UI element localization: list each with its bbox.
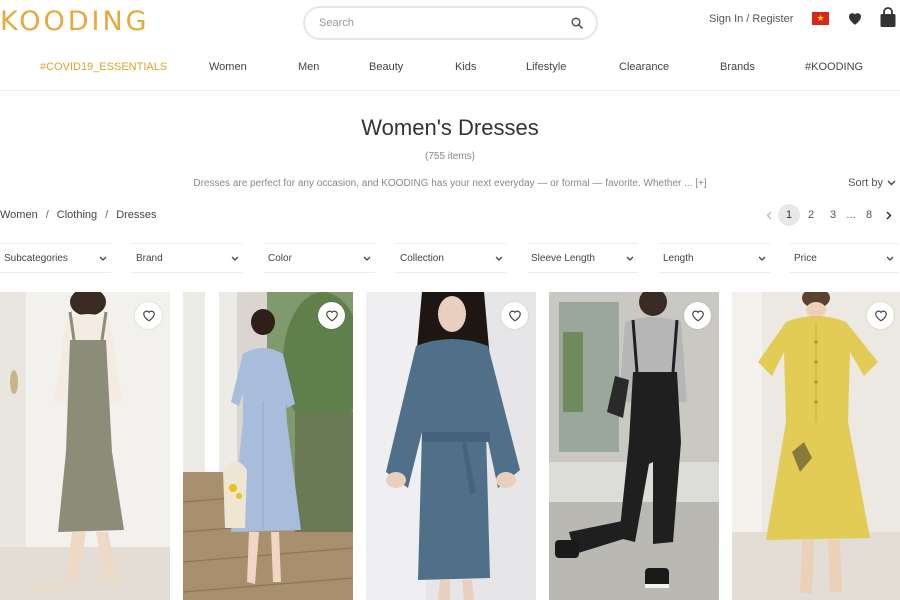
breadcrumb-separator: / bbox=[105, 209, 109, 221]
breadcrumb-dresses[interactable]: Dresses bbox=[116, 209, 156, 221]
product-image[interactable] bbox=[0, 292, 170, 600]
filter-label: Subcategories bbox=[4, 252, 68, 264]
nav-divider bbox=[0, 90, 900, 91]
sort-by-label: Sort by bbox=[848, 177, 883, 189]
breadcrumb-clothing[interactable]: Clothing bbox=[57, 209, 97, 221]
filter-subcategories[interactable]: Subcategories bbox=[0, 243, 111, 273]
nav-item-women[interactable]: Women bbox=[209, 61, 247, 73]
pagination-ellipsis: ... bbox=[846, 209, 856, 221]
product-image[interactable] bbox=[366, 292, 536, 600]
product-card-blue-sweatshirt-dress[interactable] bbox=[366, 292, 536, 600]
product-card-black-overalls[interactable] bbox=[549, 292, 719, 600]
nav-item-lifestyle[interactable]: Lifestyle bbox=[526, 61, 566, 73]
page-8[interactable]: 8 bbox=[858, 204, 880, 226]
main-nav: #COVID19_ESSENTIALS Women Men Beauty Kid… bbox=[0, 58, 900, 80]
search-bar[interactable] bbox=[303, 6, 598, 40]
chevron-down-icon bbox=[886, 253, 894, 264]
search-icon[interactable] bbox=[570, 16, 584, 30]
filter-label: Collection bbox=[400, 252, 444, 264]
chevron-down-icon bbox=[231, 253, 239, 264]
search-input[interactable] bbox=[319, 17, 570, 29]
filter-length[interactable]: Length bbox=[659, 243, 770, 273]
product-image[interactable] bbox=[183, 292, 353, 600]
wishlist-heart-icon[interactable] bbox=[684, 302, 711, 329]
breadcrumb: Women / Clothing / Dresses bbox=[0, 209, 157, 221]
vietnam-flag-icon[interactable]: ★ bbox=[812, 12, 829, 25]
filter-sleeve-length[interactable]: Sleeve Length bbox=[527, 243, 638, 273]
chevron-down-icon bbox=[758, 253, 766, 264]
chevron-down-icon bbox=[99, 253, 107, 264]
nav-item-men[interactable]: Men bbox=[298, 61, 319, 73]
wishlist-heart-icon[interactable] bbox=[867, 302, 894, 329]
nav-item-clearance[interactable]: Clearance bbox=[619, 61, 669, 73]
product-image[interactable] bbox=[549, 292, 719, 600]
nav-item-brands[interactable]: Brands bbox=[720, 61, 755, 73]
prev-page-icon[interactable] bbox=[760, 204, 778, 226]
breadcrumb-women[interactable]: Women bbox=[0, 209, 38, 221]
chevron-down-icon bbox=[626, 253, 634, 264]
category-description[interactable]: Dresses are perfect for any occasion, an… bbox=[0, 178, 900, 189]
logo[interactable]: KOODING bbox=[0, 6, 150, 37]
filter-label: Sleeve Length bbox=[531, 252, 595, 264]
nav-item-beauty[interactable]: Beauty bbox=[369, 61, 403, 73]
filter-label: Length bbox=[663, 252, 694, 264]
breadcrumb-separator: / bbox=[45, 209, 49, 221]
filter-collection[interactable]: Collection bbox=[396, 243, 507, 273]
sort-by-dropdown[interactable]: Sort by bbox=[848, 177, 896, 189]
filter-label: Price bbox=[794, 252, 817, 264]
product-card-olive-overall-dress[interactable] bbox=[0, 292, 170, 600]
nav-item-covid19-essentials[interactable]: #COVID19_ESSENTIALS bbox=[40, 61, 167, 73]
nav-item-kids[interactable]: Kids bbox=[455, 61, 476, 73]
filter-label: Color bbox=[268, 252, 292, 264]
product-card-yellow-linen-dress[interactable] bbox=[732, 292, 900, 600]
chevron-down-icon bbox=[887, 177, 896, 189]
wishlist-heart-icon[interactable] bbox=[135, 302, 162, 329]
filter-brand[interactable]: Brand bbox=[132, 243, 243, 273]
product-card-blue-wrap-dress[interactable] bbox=[183, 292, 353, 600]
nav-item-kooding[interactable]: #KOODING bbox=[805, 61, 863, 73]
page-title: Women's Dresses bbox=[361, 115, 539, 140]
filter-price[interactable]: Price bbox=[790, 243, 898, 273]
signin-register-link[interactable]: Sign In / Register bbox=[709, 13, 793, 25]
page-1[interactable]: 1 bbox=[778, 204, 800, 226]
wishlist-heart-icon[interactable] bbox=[318, 302, 345, 329]
filter-label: Brand bbox=[136, 252, 163, 264]
wishlist-heart-icon[interactable] bbox=[501, 302, 528, 329]
page-2[interactable]: 2 bbox=[800, 204, 822, 226]
shopping-bag-icon[interactable] bbox=[879, 7, 897, 28]
item-count: (755 items) bbox=[424, 151, 475, 162]
product-grid bbox=[0, 292, 900, 600]
next-page-icon[interactable] bbox=[880, 204, 898, 226]
pagination: 1 2 3 ... 8 bbox=[760, 204, 898, 226]
chevron-down-icon bbox=[495, 253, 503, 264]
filter-color[interactable]: Color bbox=[264, 243, 375, 273]
product-image[interactable] bbox=[732, 292, 900, 600]
wishlist-heart-icon[interactable] bbox=[846, 9, 864, 27]
page-3[interactable]: 3 bbox=[822, 204, 844, 226]
chevron-down-icon bbox=[363, 253, 371, 264]
filter-bar: Subcategories Brand Color Collection Sle… bbox=[0, 243, 900, 273]
